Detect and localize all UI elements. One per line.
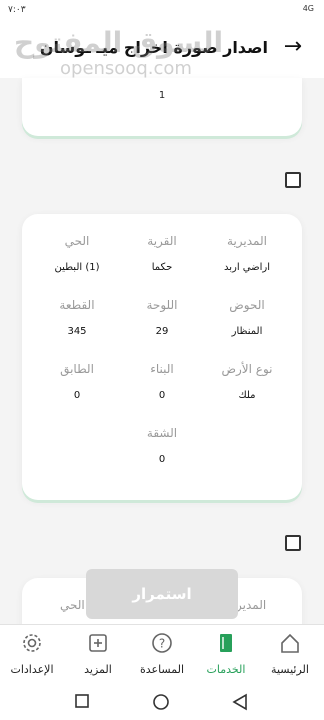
field-neighborhood: الحي (1) البطين: [32, 234, 122, 273]
home-icon: [258, 631, 322, 655]
board-label: اللوحة: [146, 298, 178, 312]
bottom-nav: الرئيسية الخدمات ? المساعدة المزيد الإعد…: [0, 624, 324, 684]
plot-label: القطعة: [59, 298, 95, 312]
status-bar: ۷:۰۳ 4G: [0, 0, 324, 22]
land-type-value: ملك: [238, 390, 256, 401]
services-icon: [194, 631, 258, 655]
field-floor: الطابق 0: [32, 362, 122, 401]
apartment-value: 0: [158, 454, 166, 465]
plus-square-icon: [66, 631, 130, 655]
parcel-card: المديرية اراضي اربد القرية حكما الحي (1)…: [22, 214, 302, 500]
parcel-card-previous: 1: [22, 78, 302, 136]
system-nav-bar: [0, 684, 324, 720]
nav-settings[interactable]: الإعدادات: [0, 631, 64, 676]
neighborhood-label: الحي: [60, 598, 85, 612]
select-checkbox[interactable]: [285, 172, 301, 188]
basin-label: الحوض: [229, 298, 265, 312]
neighborhood-value: (1) البطين: [54, 262, 100, 273]
nav-home[interactable]: الرئيسية: [258, 631, 322, 676]
nav-more-label: المزيد: [84, 663, 112, 676]
plot-value: 345: [67, 326, 87, 337]
village-value: حكما: [151, 262, 173, 273]
field-land-type: نوع الأرض ملك: [202, 362, 292, 401]
floor-value: 0: [73, 390, 81, 401]
building-label: البناء: [150, 362, 174, 376]
field-village: القرية حكما: [117, 234, 207, 273]
system-recents-icon[interactable]: [74, 693, 90, 709]
nav-services-label: الخدمات: [206, 663, 246, 676]
directorate-label: المديرية: [227, 234, 267, 248]
system-back-icon[interactable]: [232, 693, 248, 711]
nav-more[interactable]: المزيد: [66, 631, 130, 676]
field-board: اللوحة 29: [117, 298, 207, 337]
nav-home-label: الرئيسية: [271, 663, 309, 676]
back-arrow-icon[interactable]: →: [284, 34, 302, 59]
select-checkbox[interactable]: [285, 535, 301, 551]
nav-help-label: المساعدة: [139, 663, 185, 676]
field-directorate: المديرية اراضي اربد: [202, 234, 292, 273]
card-value: 1: [158, 90, 166, 101]
floor-label: الطابق: [60, 362, 94, 376]
neighborhood-label: الحي: [64, 234, 90, 248]
field-plot: القطعة 345: [32, 298, 122, 337]
apartment-label: الشقة: [146, 426, 178, 440]
basin-value: المنظار: [231, 326, 263, 337]
svg-text:?: ?: [159, 637, 165, 651]
field-apartment: الشقة 0: [117, 426, 207, 465]
nav-settings-label: الإعدادات: [10, 663, 54, 676]
land-type-label: نوع الأرض: [221, 362, 273, 376]
field-basin: الحوض المنظار: [202, 298, 292, 337]
signal-icon: 4G: [302, 4, 314, 13]
nav-services[interactable]: الخدمات: [194, 631, 258, 676]
watermark-url: opensooq.com: [60, 58, 192, 79]
field-building: البناء 0: [117, 362, 207, 401]
village-label: القرية: [147, 234, 177, 248]
board-value: 29: [155, 326, 169, 337]
building-value: 0: [158, 390, 166, 401]
system-home-icon[interactable]: [152, 693, 170, 711]
status-time: ۷:۰۳: [8, 5, 26, 15]
directorate-label: المدير: [236, 598, 267, 612]
gear-icon: [0, 631, 64, 655]
watermark-logo: السوق المفتوح: [14, 26, 224, 59]
directorate-value: اراضي اربد: [223, 262, 271, 273]
nav-help[interactable]: ? المساعدة: [130, 631, 194, 676]
continue-button[interactable]: استمرار: [86, 569, 238, 619]
help-icon: ?: [130, 631, 194, 655]
